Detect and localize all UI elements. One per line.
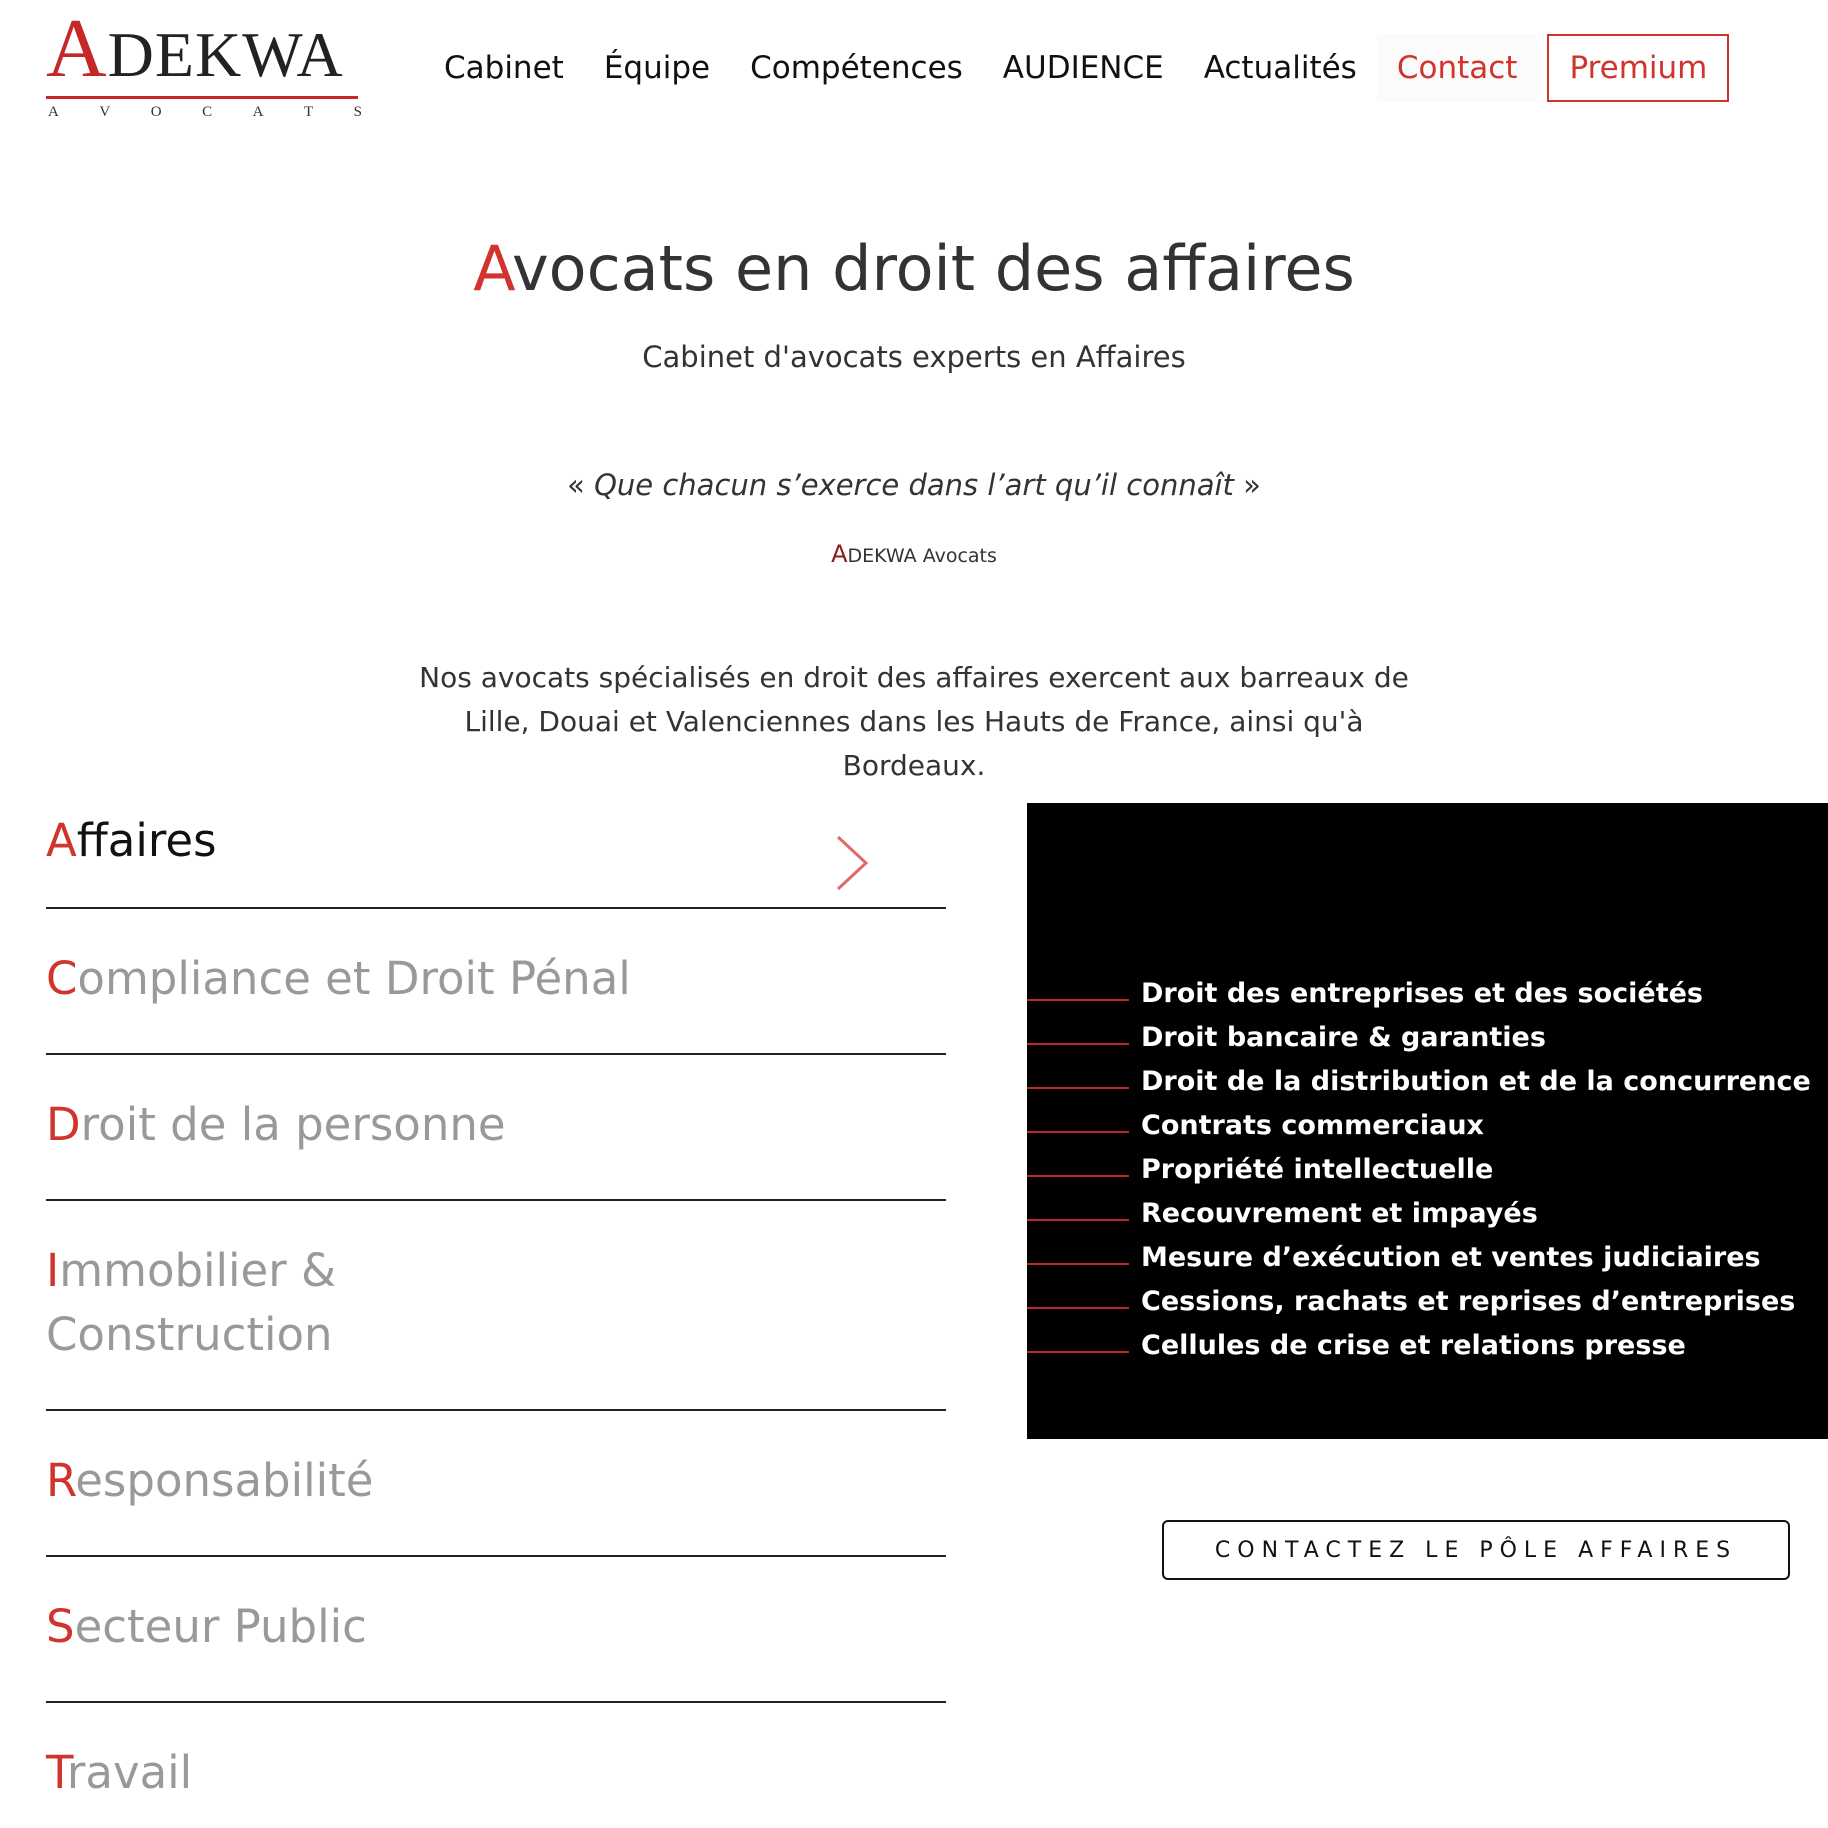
logo-rule [46, 96, 358, 99]
practice-areas-list: Affaires Compliance et Droit Pénal Droit… [46, 803, 946, 1813]
quote: « Que chacun s’exerce dans l’art qu’il c… [567, 468, 1261, 502]
practice-area-label: Secteur Public [46, 1600, 367, 1653]
nav-item-audience[interactable]: AUDIENCE [983, 34, 1184, 102]
chevron-right-icon[interactable] [832, 833, 872, 893]
list-item[interactable]: Mesure d’exécution et ventes judiciaires [1027, 1235, 1811, 1279]
red-dash [1027, 1351, 1129, 1353]
red-dash [1027, 1131, 1129, 1133]
practice-area-affaires[interactable]: Affaires [46, 803, 946, 909]
practice-area-label: Responsabilité [46, 1454, 374, 1507]
red-dash [1027, 1175, 1129, 1177]
nav-item-equipe[interactable]: Équipe [584, 34, 730, 102]
practice-area-droit-personne[interactable]: Droit de la personne [46, 1055, 946, 1201]
contact-pole-affaires-button[interactable]: CONTACTEZ LE PÔLE AFFAIRES [1162, 1520, 1790, 1580]
red-dash [1027, 1219, 1129, 1221]
practice-area-label-line2: Construction [46, 1308, 333, 1361]
practice-area-compliance[interactable]: Compliance et Droit Pénal [46, 909, 946, 1055]
practice-area-label: Droit de la personne [46, 1098, 506, 1151]
logo-subtitle: AVOCATS [48, 104, 362, 120]
intro-paragraph: Nos avocats spécialisés en droit des aff… [419, 661, 1409, 782]
list-item[interactable]: Cellules de crise et relations presse [1027, 1323, 1811, 1367]
red-dash [1027, 1307, 1129, 1309]
page-title: Avocats en droit des affaires [0, 232, 1828, 305]
practice-details-list: Droit des entreprises et des sociétés Dr… [1027, 971, 1811, 1367]
logo-wordmark: ADEKWA [46, 2, 344, 95]
nav-item-cabinet[interactable]: Cabinet [424, 34, 584, 102]
list-item[interactable]: Recouvrement et impayés [1027, 1191, 1811, 1235]
logo[interactable]: ADEKWA AVOCATS [46, 2, 362, 120]
practice-area-responsabilite[interactable]: Responsabilité [46, 1411, 946, 1557]
nav-item-contact[interactable]: Contact [1376, 34, 1538, 102]
red-dash [1027, 1087, 1129, 1089]
list-item[interactable]: Droit de la distribution et de la concur… [1027, 1059, 1811, 1103]
list-item[interactable]: Propriété intellectuelle [1027, 1147, 1811, 1191]
red-dash [1027, 1043, 1129, 1045]
quote-text: Que chacun s’exerce dans l’art qu’il con… [594, 468, 1234, 502]
practice-area-label: Travail [46, 1746, 193, 1799]
main-nav: Cabinet Équipe Compétences AUDIENCE Actu… [424, 34, 1730, 102]
practice-area-label: Immobilier & [46, 1244, 337, 1297]
quote-author: ADEKWA Avocats [831, 540, 997, 568]
list-item[interactable]: Droit des entreprises et des sociétés [1027, 971, 1811, 1015]
list-item[interactable]: Contrats commerciaux [1027, 1103, 1811, 1147]
practice-area-travail[interactable]: Travail [46, 1703, 946, 1813]
nav-item-competences[interactable]: Compétences [730, 34, 983, 102]
list-item[interactable]: Cessions, rachats et reprises d’entrepri… [1027, 1279, 1811, 1323]
red-dash [1027, 1263, 1129, 1265]
red-dash [1027, 999, 1129, 1001]
premium-button[interactable]: Premium [1547, 34, 1730, 102]
practice-area-immobilier[interactable]: Immobilier & Construction [46, 1201, 946, 1411]
title-initial: A [473, 232, 512, 305]
title-text: vocats en droit des affaires [511, 232, 1355, 305]
practice-area-secteur-public[interactable]: Secteur Public [46, 1557, 946, 1703]
page-subtitle: Cabinet d'avocats experts en Affaires [642, 340, 1186, 374]
practice-details-panel: Droit des entreprises et des sociétés Dr… [1027, 803, 1828, 1439]
list-item[interactable]: Droit bancaire & garanties [1027, 1015, 1811, 1059]
practice-area-label: Affaires [46, 814, 217, 867]
nav-item-actualites[interactable]: Actualités [1184, 34, 1377, 102]
practice-area-label: Compliance et Droit Pénal [46, 952, 631, 1005]
